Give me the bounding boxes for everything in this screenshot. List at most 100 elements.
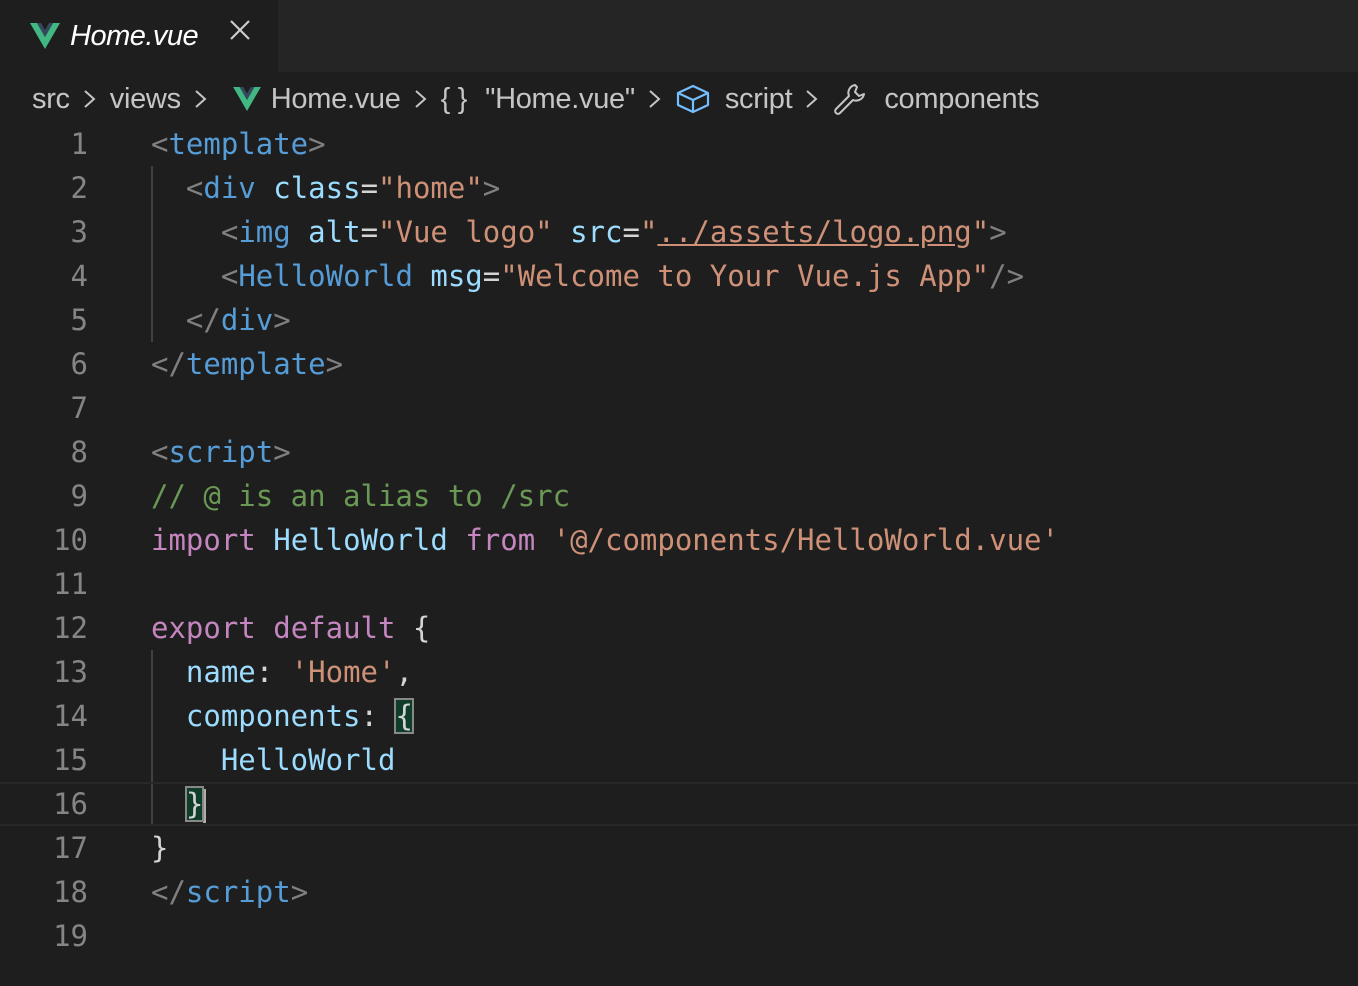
tab-bar: Home.vue [0,0,1358,72]
code-line[interactable]: 13 name: 'Home', [0,650,1358,694]
tab-title: Home.vue [70,19,199,52]
code-token: // @ is an alias to /src [151,479,571,513]
code-line[interactable]: 3 <img alt="Vue logo" src="../assets/log… [0,210,1358,254]
code-text: <template> [151,122,326,166]
code-line[interactable]: 15 HelloWorld [0,738,1358,782]
breadcrumb-label: components [884,82,1040,115]
line-number: 3 [70,215,88,249]
chevron-right-icon [414,90,427,108]
code-token: < [185,171,204,205]
code-token: } [184,786,205,822]
chevron-right-icon [84,90,96,108]
code-token: > [989,215,1007,249]
code-text: name: 'Home', [151,650,413,694]
code-text: } [151,784,207,824]
code-line[interactable]: 9 // @ is an alias to /src [0,474,1358,518]
code-token: { [394,698,414,734]
line-number: 6 [70,347,88,381]
code-text: } [151,826,168,870]
breadcrumb-label: Home.vue [270,82,401,115]
code-text: </template> [151,342,343,386]
breadcrumb-item-file[interactable]: Home.vue [232,82,401,116]
code-token: alt [308,215,361,249]
code-token: > [308,127,326,161]
code-line[interactable]: 8 <script> [0,430,1358,474]
chevron-right-icon [649,90,661,108]
code-token: 'Home' [290,655,396,689]
code-line[interactable]: 16 } [0,782,1358,826]
close-icon[interactable] [224,14,256,46]
breadcrumb-item-views[interactable]: views [110,83,181,116]
line-number: 7 [70,391,88,425]
breadcrumb-item-src[interactable]: src [32,83,70,116]
code-token: < [151,127,169,161]
chevron-right-icon [806,90,818,108]
code-token: export [151,611,256,645]
code-text: export default { [151,606,430,650]
code-token: script [168,435,274,469]
code-token: < [220,215,239,249]
code-token: > [290,875,309,909]
code-text: <div class="home"> [151,166,500,210]
code-line[interactable]: 14 components: { [0,694,1358,738]
code-token: > [325,347,344,381]
code-token: " [971,215,990,249]
code-token: import [151,523,256,557]
code-token: </ [151,875,186,909]
code-token: script [185,875,291,909]
breadcrumb-item-script[interactable]: script [675,83,793,116]
code-token: '@/components/HelloWorld.vue' [552,523,1059,557]
code-token: } [151,831,169,865]
code-token: > [482,171,501,205]
line-number: 12 [53,611,88,645]
code-line[interactable]: 6 </template> [0,342,1358,386]
code-line[interactable]: 19 [0,914,1358,958]
code-line[interactable]: 11 [0,562,1358,606]
line-number: 8 [70,435,88,469]
code-line[interactable]: 7 [0,386,1358,430]
breadcrumb-item-module[interactable]: { } "Home.vue" [441,83,636,116]
breadcrumb: src views Home.vue { } "Home.vue" script [32,76,1040,122]
code-token: < [151,435,169,469]
code-token: </ [185,303,221,337]
code-text: <script> [151,430,291,474]
code-token: : [360,699,396,733]
breadcrumb-item-components[interactable]: components [832,82,1040,116]
code-token: /> [989,259,1025,293]
code-line[interactable]: 5 </div> [0,298,1358,342]
breadcrumb-label: src [32,82,70,115]
code-token: { [395,611,431,645]
code-line[interactable]: 2 <div class="home"> [0,166,1358,210]
vue-icon [232,87,261,111]
tab-home-vue[interactable]: Home.vue [0,0,278,72]
code-text: HelloWorld [151,738,396,782]
code-editor[interactable]: 1 <template> 2 <div class="home"> 3 <img al… [0,122,1358,986]
code-text: </div> [151,298,291,342]
code-line[interactable]: 10 import HelloWorld from '@/components/H… [0,518,1358,562]
code-token: name [185,655,256,689]
code-token: : [255,655,291,689]
chevron-right-icon [195,90,207,108]
line-number: 16 [0,784,88,824]
text-cursor [203,789,207,823]
code-line[interactable]: 18 </script> [0,870,1358,914]
code-line[interactable]: 12 export default { [0,606,1358,650]
code-line[interactable]: 4 <HelloWorld msg="Welcome to Your Vue.j… [0,254,1358,298]
line-number: 5 [70,303,88,337]
line-number: 2 [70,171,88,205]
code-token: < [220,259,239,293]
code-line[interactable]: 17} [0,826,1358,870]
line-number: 19 [53,919,88,953]
code-token: = [360,215,379,249]
code-token: HelloWorld [273,523,448,557]
code-line[interactable]: 1 <template> [0,122,1358,166]
